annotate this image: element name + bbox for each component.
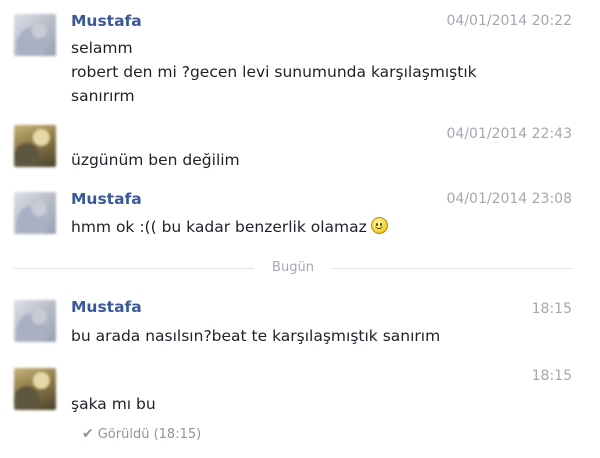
avatar-mustafa[interactable] — [14, 192, 56, 234]
message-timestamp: 04/01/2014 20:22 — [446, 13, 573, 29]
message-text: bu arada nasılsın?beat te karşılaşmıştık… — [71, 327, 441, 345]
message-text: şaka mı bu — [71, 395, 156, 413]
avatar-self[interactable] — [14, 368, 56, 410]
seen-text: Görüldü (18:15) — [97, 427, 202, 442]
checkmark-icon: ✔ — [82, 426, 94, 442]
message-row: hmm ok :(( bu kadar benzerlik olamaz — [71, 215, 388, 239]
message-text: sanırırm — [71, 87, 135, 105]
message-text: robert den mi ?gecen levi sunumunda karş… — [71, 63, 477, 81]
divider-line — [332, 268, 572, 269]
message-timestamp: 04/01/2014 23:08 — [446, 191, 573, 207]
message-text: üzgünüm ben değilim — [71, 151, 240, 169]
sender-name[interactable]: Mustafa — [71, 12, 142, 30]
message-text: hmm ok :(( bu kadar benzerlik olamaz — [71, 218, 367, 236]
sender-name[interactable]: Mustafa — [71, 190, 142, 208]
divider-label: Bugün — [272, 260, 314, 275]
chat-thread: Mustafa 04/01/2014 20:22 selamm robert d… — [0, 0, 600, 458]
message-timestamp: 04/01/2014 22:43 — [446, 126, 573, 142]
avatar-self[interactable] — [14, 125, 56, 167]
seen-receipt: ✔ Görüldü (18:15) — [82, 426, 201, 442]
date-divider: Bugün — [14, 260, 572, 276]
message-text: selamm — [71, 39, 133, 57]
divider-line — [14, 268, 254, 269]
smiley-icon — [370, 217, 388, 234]
message-timestamp: 18:15 — [531, 368, 572, 384]
avatar-mustafa[interactable] — [14, 14, 56, 56]
sender-name[interactable]: Mustafa — [71, 298, 142, 316]
message-timestamp: 18:15 — [531, 301, 572, 317]
avatar-mustafa[interactable] — [14, 300, 56, 342]
